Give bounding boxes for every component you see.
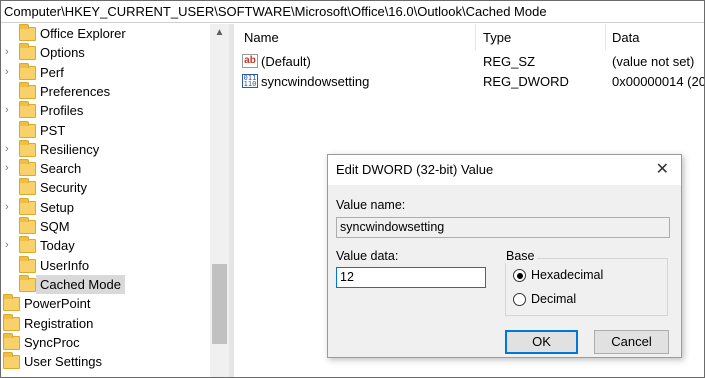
value-name: syncwindowsetting bbox=[261, 74, 370, 89]
folder-icon bbox=[19, 62, 36, 80]
value-name: (Default) bbox=[261, 54, 311, 69]
tree-item[interactable]: › Search bbox=[1, 159, 210, 178]
column-header-type[interactable]: Type bbox=[483, 28, 511, 48]
tree-item-label: PowerPoint bbox=[24, 296, 91, 312]
tree-item-label: Registration bbox=[24, 315, 94, 331]
value-name-field: syncwindowsetting bbox=[336, 217, 670, 238]
value-row[interactable]: 011 110 syncwindowsetting REG_DWORD 0x00… bbox=[234, 72, 704, 92]
hexadecimal-radio[interactable] bbox=[513, 269, 526, 282]
chevron-right-icon[interactable]: › bbox=[5, 101, 13, 120]
tree-item[interactable]: › Today bbox=[1, 236, 210, 255]
tree-item[interactable]: Office Explorer bbox=[1, 24, 210, 43]
tree-item[interactable]: SyncProc bbox=[1, 332, 210, 352]
tree-item[interactable]: PowerPoint bbox=[1, 294, 210, 313]
tree-item-label: Security bbox=[40, 180, 87, 196]
column-divider[interactable] bbox=[475, 24, 476, 50]
folder-icon bbox=[19, 236, 36, 254]
folder-icon bbox=[19, 159, 36, 177]
tree-item[interactable]: › Options bbox=[1, 43, 210, 62]
tree-item-label: UserInfo bbox=[40, 257, 90, 273]
dialog-title-bar[interactable]: Edit DWORD (32-bit) Value ✕ bbox=[328, 155, 681, 185]
address-bar[interactable]: Computer\HKEY_CURRENT_USER\SOFTWARE\Micr… bbox=[1, 1, 704, 23]
tree-item-label: Perf bbox=[40, 64, 64, 80]
dialog-title: Edit DWORD (32-bit) Value bbox=[336, 162, 494, 177]
folder-icon bbox=[3, 313, 20, 331]
folder-icon bbox=[19, 139, 36, 157]
tree-item-label: PST bbox=[40, 122, 66, 138]
edit-dword-dialog: Edit DWORD (32-bit) Value ✕ Value name: … bbox=[327, 154, 682, 358]
binary-value-icon: 011 110 bbox=[242, 74, 258, 88]
tree-item-label: Resiliency bbox=[40, 141, 100, 157]
cancel-button[interactable]: Cancel bbox=[594, 330, 669, 354]
tree-item-label: SQM bbox=[40, 219, 70, 234]
tree-item[interactable]: Cached Mode bbox=[1, 274, 210, 294]
tree-item-label: Today bbox=[40, 238, 75, 254]
tree-item-label: Options bbox=[40, 45, 85, 61]
folder-icon bbox=[19, 24, 36, 41]
tree-item-label: Office Explorer bbox=[40, 26, 126, 41]
folder-icon bbox=[19, 178, 36, 196]
folder-icon bbox=[3, 294, 20, 312]
chevron-right-icon[interactable]: › bbox=[5, 198, 13, 217]
tree-item[interactable]: PST bbox=[1, 120, 210, 140]
tree-item[interactable]: ›User Settings bbox=[1, 352, 210, 371]
base-groupbox bbox=[505, 258, 668, 316]
folder-icon bbox=[19, 255, 36, 273]
folder-icon bbox=[3, 352, 20, 370]
column-divider[interactable] bbox=[605, 24, 606, 50]
tree-item[interactable]: ›Registration bbox=[1, 313, 210, 333]
tree-item[interactable]: Security bbox=[1, 178, 210, 197]
column-header-data[interactable]: Data bbox=[612, 28, 639, 48]
hexadecimal-label[interactable]: Hexadecimal bbox=[531, 268, 603, 282]
chevron-right-icon[interactable]: › bbox=[5, 63, 13, 82]
tree-item-label: Setup bbox=[40, 199, 74, 215]
key-tree: Office Explorer › Options › Perf Preferences ›… bbox=[1, 24, 229, 377]
tree-item-label: Preferences bbox=[40, 83, 111, 99]
chevron-right-icon[interactable]: › bbox=[5, 236, 13, 255]
folder-icon bbox=[3, 332, 20, 350]
folder-icon bbox=[19, 274, 36, 292]
tree-item-label: Profiles bbox=[40, 103, 84, 119]
tree-item-label: Cached Mode bbox=[36, 274, 125, 294]
chevron-right-icon[interactable]: › bbox=[5, 43, 13, 62]
scrollbar-thumb[interactable] bbox=[212, 264, 227, 344]
tree-item-label: SyncProc bbox=[24, 334, 80, 350]
value-data-input[interactable]: 12 bbox=[336, 267, 486, 288]
decimal-radio[interactable] bbox=[513, 293, 526, 306]
base-label: Base bbox=[504, 249, 537, 263]
folder-icon bbox=[19, 120, 36, 138]
scroll-up-icon[interactable]: ▲ bbox=[210, 24, 229, 42]
tree-item[interactable]: › Resiliency bbox=[1, 139, 210, 159]
folder-icon bbox=[19, 197, 36, 215]
value-data: 0x00000014 (20) bbox=[612, 74, 705, 89]
folder-icon bbox=[19, 217, 36, 234]
ok-button[interactable]: OK bbox=[505, 330, 578, 354]
tree-item[interactable]: UserInfo bbox=[1, 255, 210, 275]
value-row[interactable]: ab (Default) REG_SZ (value not set) bbox=[234, 52, 704, 72]
tree-item[interactable]: SQM bbox=[1, 217, 210, 236]
chevron-right-icon[interactable]: › bbox=[5, 159, 13, 178]
folder-icon bbox=[19, 101, 36, 119]
column-header-name[interactable]: Name bbox=[244, 28, 279, 48]
tree-item-label: Search bbox=[40, 161, 82, 177]
close-icon[interactable]: ✕ bbox=[656, 155, 669, 185]
value-type: REG_SZ bbox=[483, 54, 536, 69]
tree-scrollbar[interactable]: ▲ bbox=[210, 24, 229, 377]
folder-icon bbox=[19, 43, 36, 61]
folder-icon bbox=[19, 81, 36, 99]
value-data-label: Value data: bbox=[336, 249, 399, 263]
string-value-icon: ab bbox=[242, 54, 258, 68]
decimal-label[interactable]: Decimal bbox=[531, 292, 576, 306]
tree-item[interactable]: › Setup bbox=[1, 197, 210, 217]
registry-editor-window: Computer\HKEY_CURRENT_USER\SOFTWARE\Micr… bbox=[0, 0, 705, 378]
tree-item[interactable]: Preferences bbox=[1, 81, 210, 101]
tree-item-label: User Settings bbox=[24, 354, 103, 370]
chevron-right-icon[interactable]: › bbox=[5, 140, 13, 159]
value-name-label: Value name: bbox=[336, 198, 406, 212]
tree-item[interactable]: › Perf bbox=[1, 62, 210, 82]
tree-item[interactable]: › Profiles bbox=[1, 101, 210, 120]
value-type: REG_DWORD bbox=[483, 74, 569, 89]
value-data: (value not set) bbox=[612, 54, 695, 69]
